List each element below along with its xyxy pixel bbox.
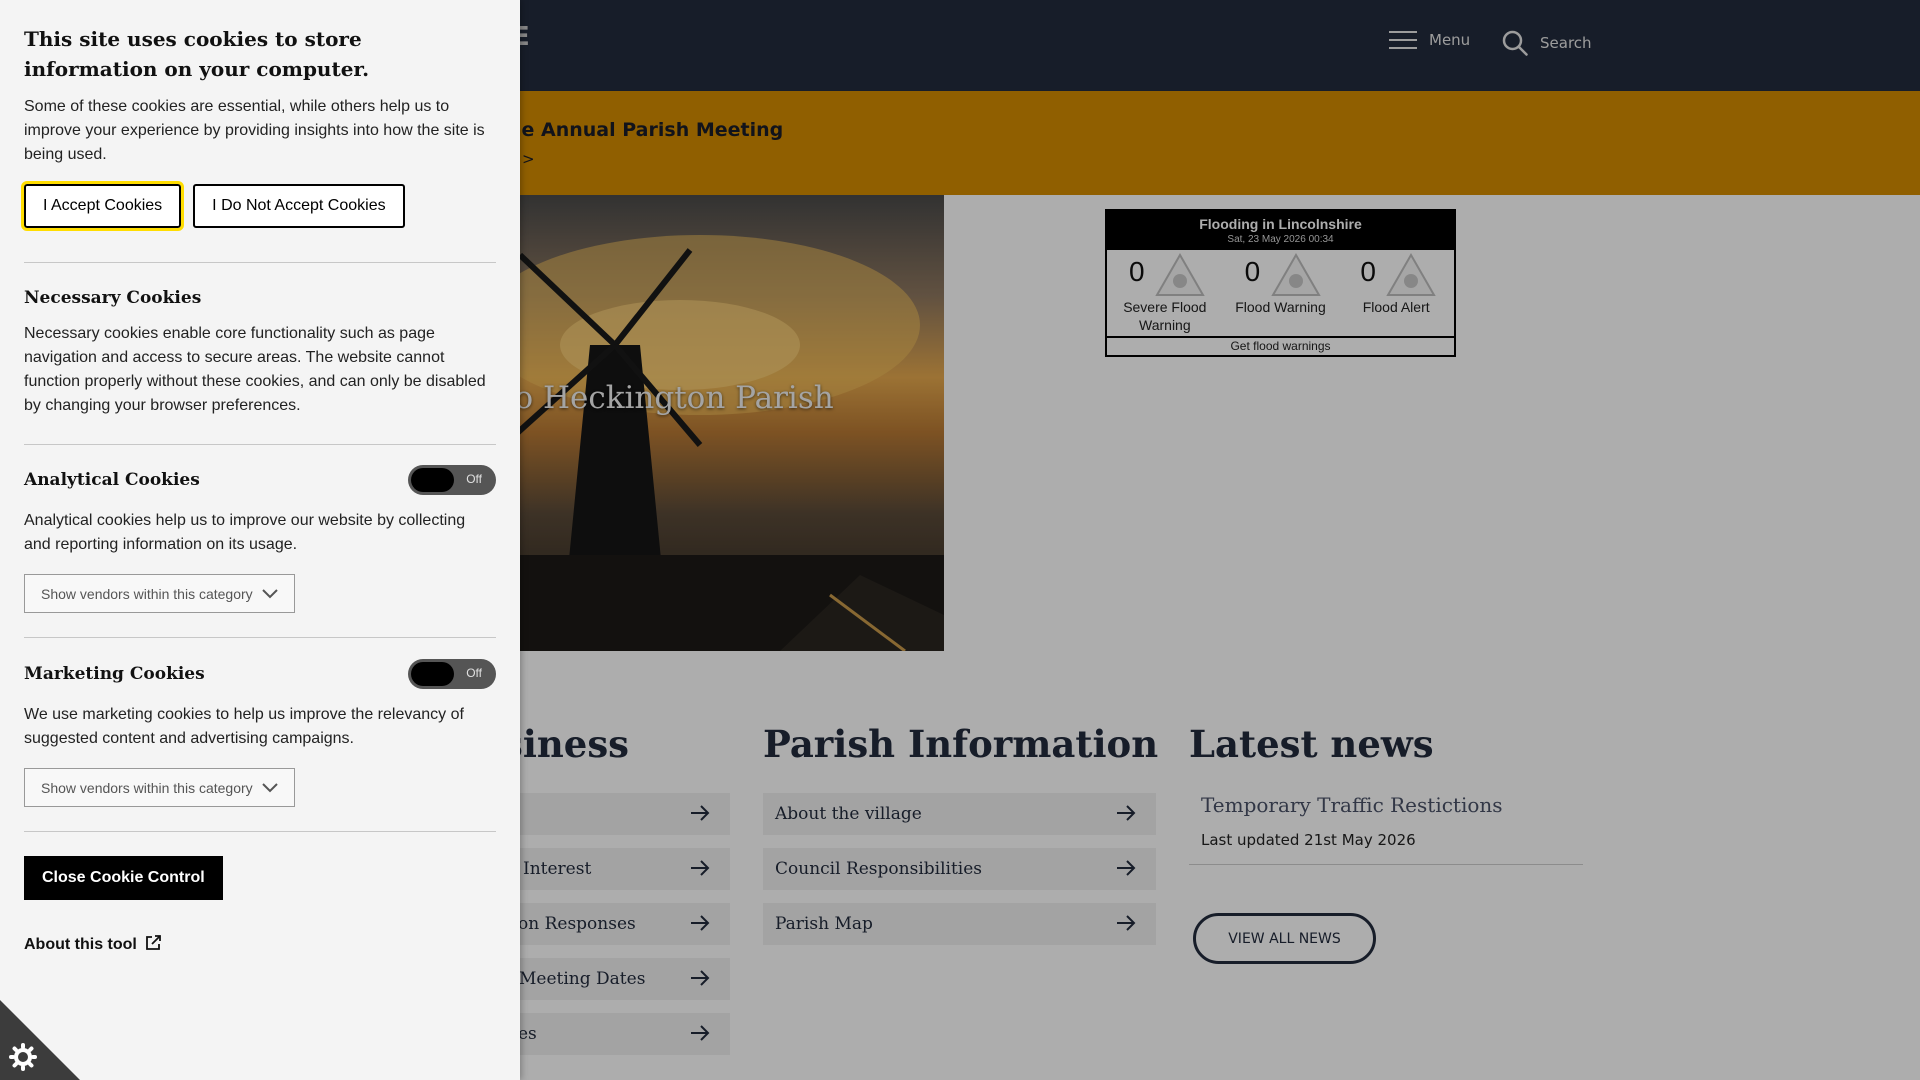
- about-this-tool-label: About this tool: [24, 936, 137, 953]
- toggle-knob: [411, 662, 454, 686]
- toggle-knob: [411, 468, 454, 492]
- necessary-cookies-section: Necessary Cookies Necessary cookies enab…: [24, 288, 496, 418]
- show-vendors-label: Show vendors within this category: [41, 585, 253, 602]
- cookie-panel-intro: Some of these cookies are essential, whi…: [24, 98, 485, 163]
- accept-cookies-button[interactable]: I Accept Cookies: [20, 181, 185, 231]
- decline-cookies-button[interactable]: I Do Not Accept Cookies: [193, 184, 405, 228]
- chevron-down-icon: [262, 780, 278, 796]
- cookie-control-panel: This site uses cookies to store informat…: [0, 0, 520, 1080]
- analytical-cookies-toggle[interactable]: Off: [408, 465, 496, 495]
- cookie-choice-buttons: I Accept Cookies I Do Not Accept Cookies: [20, 181, 496, 231]
- toggle-state-label: Off: [466, 666, 482, 680]
- divider: [24, 262, 496, 263]
- cookie-control-corner-button[interactable]: [0, 1000, 80, 1080]
- divider: [24, 444, 496, 445]
- marketing-cookies-section: Marketing Cookies Off We use marketing c…: [24, 659, 496, 807]
- analytical-cookies-title: Analytical Cookies: [24, 470, 200, 490]
- necessary-cookies-title: Necessary Cookies: [24, 288, 202, 308]
- external-link-icon: [145, 934, 162, 956]
- marketing-show-vendors-dropdown[interactable]: Show vendors within this category: [24, 768, 295, 807]
- chevron-down-icon: [262, 586, 278, 602]
- marketing-cookies-title: Marketing Cookies: [24, 664, 205, 684]
- marketing-cookies-text: We use marketing cookies to help us impr…: [24, 706, 464, 747]
- divider: [24, 831, 496, 832]
- about-this-tool-link[interactable]: About this tool: [24, 934, 162, 956]
- marketing-cookies-toggle[interactable]: Off: [408, 659, 496, 689]
- analytical-cookies-text: Analytical cookies help us to improve ou…: [24, 512, 466, 553]
- necessary-cookies-text: Necessary cookies enable core functional…: [24, 325, 486, 414]
- show-vendors-label: Show vendors within this category: [41, 779, 253, 796]
- divider: [24, 637, 496, 638]
- analytical-show-vendors-dropdown[interactable]: Show vendors within this category: [24, 574, 295, 613]
- toggle-state-label: Off: [466, 472, 482, 486]
- analytical-cookies-section: Analytical Cookies Off Analytical cookie…: [24, 465, 496, 613]
- close-cookie-control-button[interactable]: Close Cookie Control: [24, 856, 223, 900]
- cookie-panel-title: This site uses cookies to store informat…: [24, 27, 370, 81]
